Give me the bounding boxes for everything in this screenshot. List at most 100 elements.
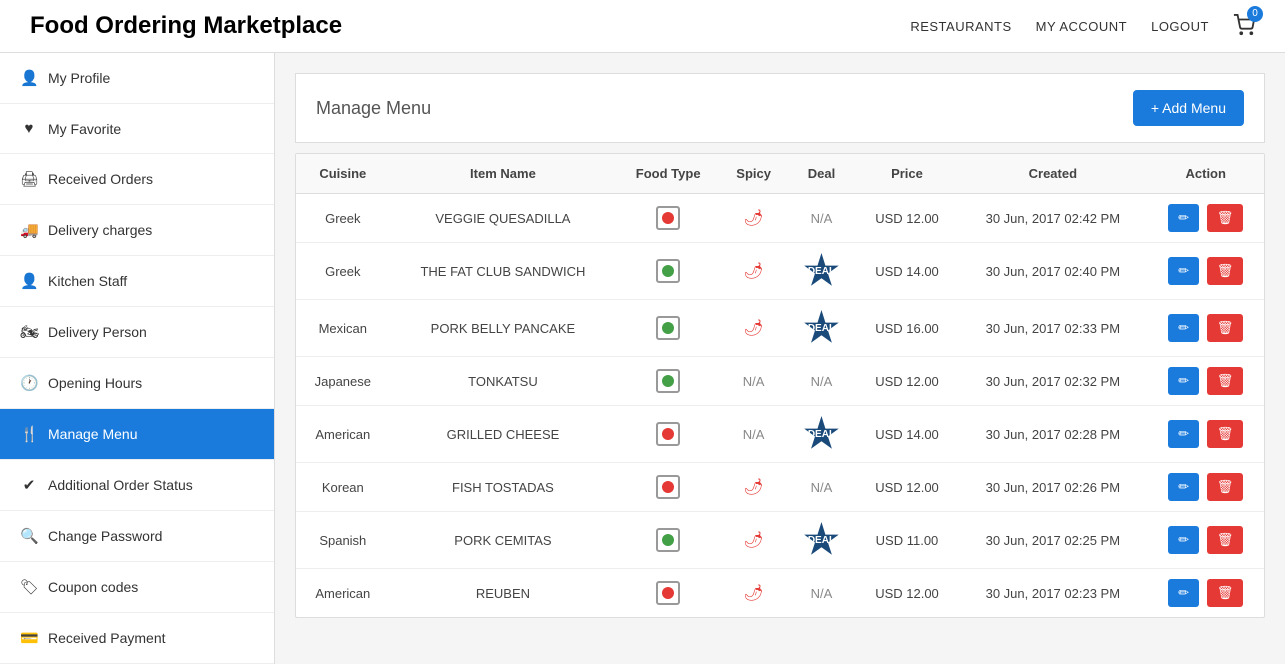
delivery-person-icon: 🏍 [20,323,38,341]
cell-deal: N/A [787,194,856,243]
food-type-indicator [656,475,680,499]
table-row: JapaneseTONKATSUN/AN/AUSD 12.0030 Jun, 2… [296,357,1264,406]
sidebar-item-my-profile[interactable]: 👤 My Profile [0,53,274,104]
edit-button[interactable]: ✏ [1168,420,1199,448]
my-favorite-icon: ♥ [20,120,38,137]
cell-food-type [616,569,720,618]
sidebar-item-label: Received Orders [48,171,153,187]
edit-button[interactable]: ✏ [1168,473,1199,501]
edit-button[interactable]: ✏ [1168,367,1199,395]
cell-created: 30 Jun, 2017 02:32 PM [958,357,1147,406]
sidebar-item-opening-hours[interactable]: 🕐 Opening Hours [0,358,274,409]
delete-button[interactable]: 🗑 [1207,579,1244,607]
edit-button[interactable]: ✏ [1168,579,1199,607]
cart-badge: 0 [1247,6,1263,22]
cell-food-type [616,194,720,243]
sidebar-item-my-favorite[interactable]: ♥ My Favorite [0,104,274,154]
edit-button[interactable]: ✏ [1168,314,1199,342]
cell-item-name: VEGGIE QUESADILLA [390,194,617,243]
table-row: KoreanFISH TOSTADAS🌶N/AUSD 12.0030 Jun, … [296,463,1264,512]
cell-food-type [616,406,720,463]
col-price: Price [856,154,958,194]
cell-deal: DEAL [787,406,856,463]
cell-item-name: TONKATSU [390,357,617,406]
header: Food Ordering Marketplace RESTAURANTS MY… [0,0,1285,53]
col-spicy: Spicy [720,154,787,194]
table-row: GreekTHE FAT CLUB SANDWICH🌶DEALUSD 14.00… [296,243,1264,300]
cell-food-type [616,463,720,512]
table-row: SpanishPORK CEMITAS🌶DEALUSD 11.0030 Jun,… [296,512,1264,569]
add-menu-button[interactable]: + Add Menu [1133,90,1244,126]
na-spicy: N/A [743,427,765,442]
layout: 👤 My Profile♥ My Favorite🖨 Received Orde… [0,53,1285,664]
nav-logout[interactable]: LOGOUT [1151,19,1209,34]
na-deal: N/A [811,586,833,601]
cell-cuisine: Greek [296,243,390,300]
cell-cuisine: Spanish [296,512,390,569]
cell-spicy: N/A [720,357,787,406]
change-password-icon: 🔍 [20,527,38,545]
edit-button[interactable]: ✏ [1168,257,1199,285]
food-type-indicator [656,206,680,230]
col-cuisine: Cuisine [296,154,390,194]
cell-created: 30 Jun, 2017 02:42 PM [958,194,1147,243]
sidebar-item-coupon-codes[interactable]: 🏷 Coupon codes [0,562,274,613]
cell-price: USD 14.00 [856,406,958,463]
cell-deal: DEAL [787,512,856,569]
cell-cuisine: Greek [296,194,390,243]
nav-my-account[interactable]: MY ACCOUNT [1036,19,1127,34]
manage-menu-header: Manage Menu + Add Menu [295,73,1265,143]
edit-button[interactable]: ✏ [1168,526,1199,554]
food-type-indicator [656,581,680,605]
delete-button[interactable]: 🗑 [1207,526,1244,554]
opening-hours-icon: 🕐 [20,374,38,392]
table-header: CuisineItem NameFood TypeSpicyDealPriceC… [296,154,1264,194]
sidebar-item-delivery-person[interactable]: 🏍 Delivery Person [0,307,274,358]
cart-icon-wrap[interactable]: 0 [1233,14,1255,39]
col-created: Created [958,154,1147,194]
sidebar-item-manage-menu[interactable]: 🍴 Manage Menu [0,409,274,460]
cell-food-type [616,243,720,300]
manage-menu-icon: 🍴 [20,425,38,443]
sidebar-item-label: My Favorite [48,121,121,137]
delete-button[interactable]: 🗑 [1207,257,1244,285]
delete-button[interactable]: 🗑 [1207,314,1244,342]
delete-button[interactable]: 🗑 [1207,473,1244,501]
col-food-type: Food Type [616,154,720,194]
sidebar-item-label: Kitchen Staff [48,273,127,289]
sidebar-item-additional-order-status[interactable]: ✔ Additional Order Status [0,460,274,511]
food-type-indicator [656,316,680,340]
delete-button[interactable]: 🗑 [1207,367,1244,395]
sidebar-item-kitchen-staff[interactable]: 👤 Kitchen Staff [0,256,274,307]
delivery-charges-icon: 🚚 [20,221,38,239]
additional-order-status-icon: ✔ [20,476,38,494]
chili-icon: 🌶 [743,532,763,549]
cell-spicy: 🌶 [720,300,787,357]
cell-spicy: 🌶 [720,569,787,618]
sidebar-item-delivery-charges[interactable]: 🚚 Delivery charges [0,205,274,256]
sidebar-item-label: My Profile [48,70,110,86]
edit-button[interactable]: ✏ [1168,204,1199,232]
cell-action: ✏ 🗑 [1147,569,1264,618]
cell-price: USD 11.00 [856,512,958,569]
cell-action: ✏ 🗑 [1147,406,1264,463]
delete-button[interactable]: 🗑 [1207,420,1244,448]
chili-icon: 🌶 [743,210,763,227]
sidebar-item-received-orders[interactable]: 🖨 Received Orders [0,154,274,205]
sidebar-item-change-password[interactable]: 🔍 Change Password [0,511,274,562]
sidebar-item-received-payment[interactable]: 💳 Received Payment [0,613,274,664]
cell-spicy: N/A [720,406,787,463]
cell-item-name: PORK CEMITAS [390,512,617,569]
cell-action: ✏ 🗑 [1147,357,1264,406]
sidebar-item-label: Additional Order Status [48,477,193,493]
nav-restaurants[interactable]: RESTAURANTS [910,19,1011,34]
sidebar-item-label: Received Payment [48,630,166,646]
sidebar: 👤 My Profile♥ My Favorite🖨 Received Orde… [0,53,275,664]
cell-action: ✏ 🗑 [1147,243,1264,300]
deal-badge: DEAL [803,522,839,558]
chili-icon: 🌶 [743,320,763,337]
col-item-name: Item Name [390,154,617,194]
cell-item-name: REUBEN [390,569,617,618]
cell-price: USD 12.00 [856,194,958,243]
delete-button[interactable]: 🗑 [1207,204,1244,232]
